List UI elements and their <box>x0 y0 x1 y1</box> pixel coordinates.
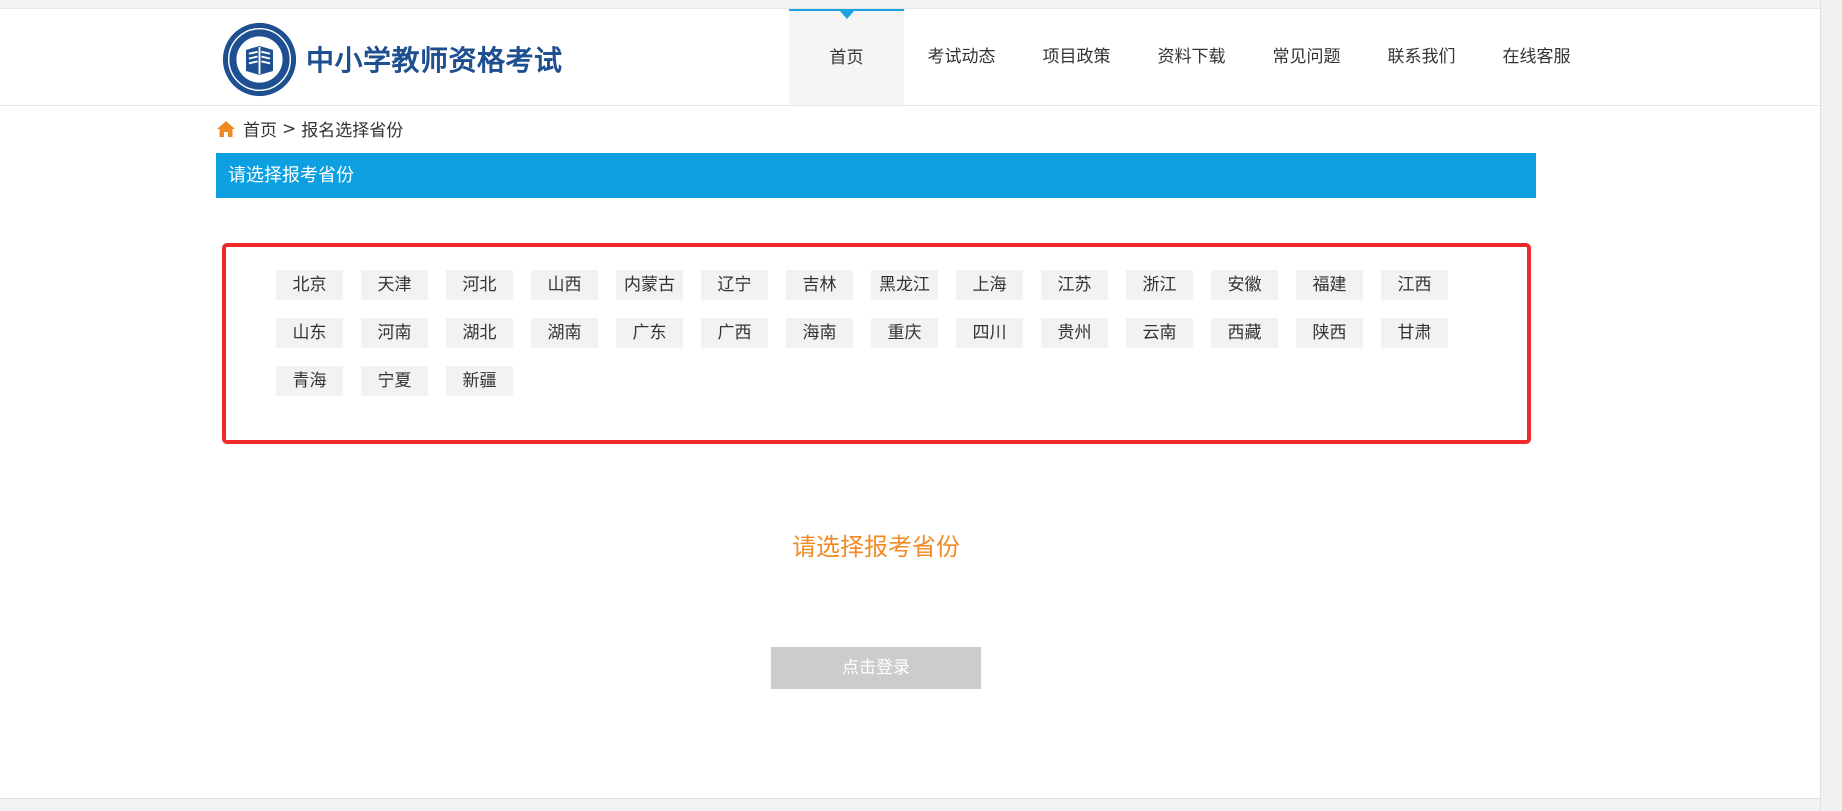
province-button[interactable]: 吉林 <box>786 270 853 300</box>
header: 中小学教师资格考试 首页 考试动态 项目政策 资料下载 常见问题 联系我们 在线… <box>0 9 1820 106</box>
breadcrumb-current: 报名选择省份 <box>301 121 404 141</box>
province-button[interactable]: 甘肃 <box>1381 318 1448 348</box>
province-button[interactable]: 广东 <box>616 318 683 348</box>
province-button[interactable]: 上海 <box>956 270 1023 300</box>
breadcrumb-separator: > <box>282 118 297 139</box>
province-button[interactable]: 云南 <box>1126 318 1193 348</box>
site-title[interactable]: 中小学教师资格考试 <box>306 39 563 79</box>
province-button[interactable]: 北京 <box>276 270 343 300</box>
province-button[interactable]: 河北 <box>446 270 513 300</box>
province-button[interactable]: 西藏 <box>1211 318 1278 348</box>
select-province-prompt: 请选择报考省份 <box>792 533 960 561</box>
login-button[interactable]: 点击登录 <box>771 647 981 689</box>
province-button[interactable]: 辽宁 <box>701 270 768 300</box>
province-button[interactable]: 天津 <box>361 270 428 300</box>
province-button[interactable]: 福建 <box>1296 270 1363 300</box>
province-button[interactable]: 山东 <box>276 318 343 348</box>
province-button[interactable]: 黑龙江 <box>871 270 938 300</box>
province-button[interactable]: 四川 <box>956 318 1023 348</box>
province-button[interactable]: 江西 <box>1381 270 1448 300</box>
province-button[interactable]: 安徽 <box>1211 270 1278 300</box>
province-button[interactable]: 湖南 <box>531 318 598 348</box>
section-title-bar: 请选择报考省份 <box>216 153 1536 198</box>
province-button[interactable]: 海南 <box>786 318 853 348</box>
nav-item-faq[interactable]: 常见问题 <box>1249 9 1364 105</box>
province-button[interactable]: 江苏 <box>1041 270 1108 300</box>
top-strip <box>0 0 1820 9</box>
province-button[interactable]: 湖北 <box>446 318 513 348</box>
nav-item-downloads[interactable]: 资料下载 <box>1134 9 1249 105</box>
province-button[interactable]: 贵州 <box>1041 318 1108 348</box>
province-button[interactable]: 青海 <box>276 366 343 396</box>
nav-item-online-service[interactable]: 在线客服 <box>1479 9 1594 105</box>
nav-item-home[interactable]: 首页 <box>789 9 904 105</box>
page: 中小学教师资格考试 首页 考试动态 项目政策 资料下载 常见问题 联系我们 在线… <box>0 0 1842 811</box>
breadcrumb: 首页 > 报名选择省份 <box>216 116 403 141</box>
province-list: 北京 天津 河北 山西 内蒙古 辽宁 吉林 黑龙江 上海 江苏 浙江 安徽 福建 江西山东 河南 湖北 湖南 广东… <box>276 270 1476 414</box>
province-button[interactable]: 重庆 <box>871 318 938 348</box>
seal-book-icon[interactable] <box>221 21 298 98</box>
vertical-scrollbar[interactable] <box>1820 0 1842 811</box>
province-button[interactable]: 山西 <box>531 270 598 300</box>
province-button[interactable]: 宁夏 <box>361 366 428 396</box>
nav-item-exam-news[interactable]: 考试动态 <box>904 9 1019 105</box>
province-button[interactable]: 河南 <box>361 318 428 348</box>
province-button[interactable]: 广西 <box>701 318 768 348</box>
nav-item-contact[interactable]: 联系我们 <box>1364 9 1479 105</box>
breadcrumb-home-link[interactable]: 首页 <box>243 116 277 141</box>
main-nav: 首页 考试动态 项目政策 资料下载 常见问题 联系我们 在线客服 <box>789 9 1594 105</box>
province-button[interactable]: 浙江 <box>1126 270 1193 300</box>
province-button[interactable]: 陕西 <box>1296 318 1363 348</box>
bottom-strip <box>0 798 1820 811</box>
nav-item-policy[interactable]: 项目政策 <box>1019 9 1134 105</box>
home-icon <box>217 120 235 137</box>
province-button[interactable]: 新疆 <box>446 366 513 396</box>
province-button[interactable]: 内蒙古 <box>616 270 683 300</box>
